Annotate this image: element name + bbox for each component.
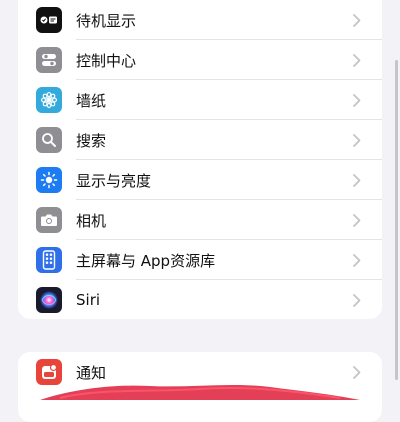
chevron-right-icon	[352, 293, 362, 307]
chevron-right-icon	[352, 93, 362, 107]
settings-row-display-brightness[interactable]: 显示与亮度	[18, 160, 382, 200]
camera-icon	[36, 207, 62, 233]
chevron-right-icon	[352, 365, 362, 379]
chevron-right-icon	[352, 173, 362, 187]
chevron-right-icon	[352, 13, 362, 27]
settings-row-camera[interactable]: 相机	[18, 200, 382, 240]
settings-row-notifications[interactable]: 通知	[18, 352, 382, 392]
home-screen-label: 主屏幕与 App资源库	[76, 251, 216, 270]
settings-row-wallpaper[interactable]: 墙纸	[18, 80, 382, 120]
camera-label: 相机	[76, 211, 107, 230]
siri-icon	[36, 287, 62, 313]
notifications-label: 通知	[76, 363, 107, 382]
standby-label: 待机显示	[76, 11, 137, 30]
settings-row-search[interactable]: 搜索	[18, 120, 382, 160]
search-label: 搜索	[76, 131, 107, 150]
chevron-right-icon	[352, 133, 362, 147]
settings-group-notifications: 通知	[18, 352, 382, 422]
control-center-icon	[36, 47, 62, 73]
brightness-icon	[36, 167, 62, 193]
settings-row-control-center[interactable]: 控制中心	[18, 40, 382, 80]
siri-label: Siri	[76, 291, 101, 309]
settings-row-standby[interactable]: 待机显示	[18, 0, 382, 40]
chevron-right-icon	[352, 213, 362, 227]
wallpaper-label: 墙纸	[76, 91, 107, 110]
settings-row-siri[interactable]: Siri	[18, 280, 382, 319]
display-brightness-label: 显示与亮度	[76, 171, 152, 190]
settings-group-display: 待机显示 控制中心 墙纸 搜索 显示与亮度 相机 主屏幕与 App资源库 Sir…	[18, 0, 382, 319]
standby-icon	[36, 7, 62, 33]
home-screen-icon	[36, 247, 62, 273]
notifications-icon	[36, 359, 62, 385]
wallpaper-flower-icon	[36, 87, 62, 113]
settings-row-home-screen[interactable]: 主屏幕与 App资源库	[18, 240, 382, 280]
control-center-label: 控制中心	[76, 51, 137, 70]
chevron-right-icon	[352, 53, 362, 67]
scrollbar[interactable]	[395, 60, 398, 380]
chevron-right-icon	[352, 253, 362, 267]
search-icon	[36, 127, 62, 153]
